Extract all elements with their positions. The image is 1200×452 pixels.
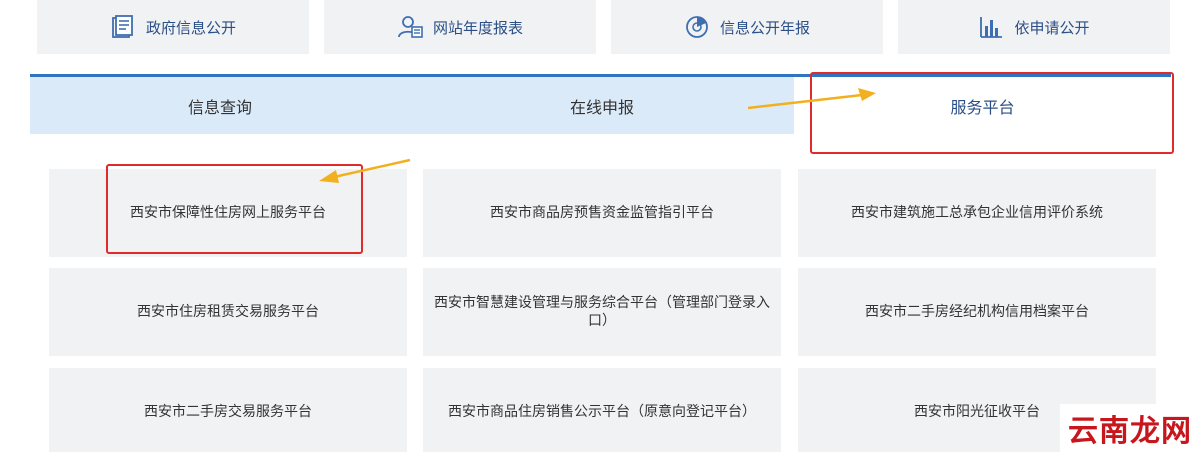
page: 政府信息公开 网站年度报表 信息公开年报 依申请公开 信息查询 在线申报 服务平… xyxy=(0,0,1200,452)
platform-sales-disclosure[interactable]: 西安市商品住房销售公示平台（原意向登记平台） xyxy=(423,368,781,452)
platform-grid: 西安市保障性住房网上服务平台 西安市商品房预售资金监管指引平台 西安市建筑施工总… xyxy=(0,0,1200,452)
platform-affordable-housing[interactable]: 西安市保障性住房网上服务平台 xyxy=(49,169,407,257)
platform-contractor-credit[interactable]: 西安市建筑施工总承包企业信用评价系统 xyxy=(798,169,1156,257)
platform-rental-trade[interactable]: 西安市住房租赁交易服务平台 xyxy=(49,268,407,356)
watermark-logo: 云南龙网 xyxy=(1060,404,1200,452)
platform-agency-credit[interactable]: 西安市二手房经纪机构信用档案平台 xyxy=(798,268,1156,356)
platform-resale-trade[interactable]: 西安市二手房交易服务平台 xyxy=(49,368,407,452)
platform-smart-construction[interactable]: 西安市智慧建设管理与服务综合平台（管理部门登录入口） xyxy=(423,268,781,356)
platform-presale-funds[interactable]: 西安市商品房预售资金监管指引平台 xyxy=(423,169,781,257)
